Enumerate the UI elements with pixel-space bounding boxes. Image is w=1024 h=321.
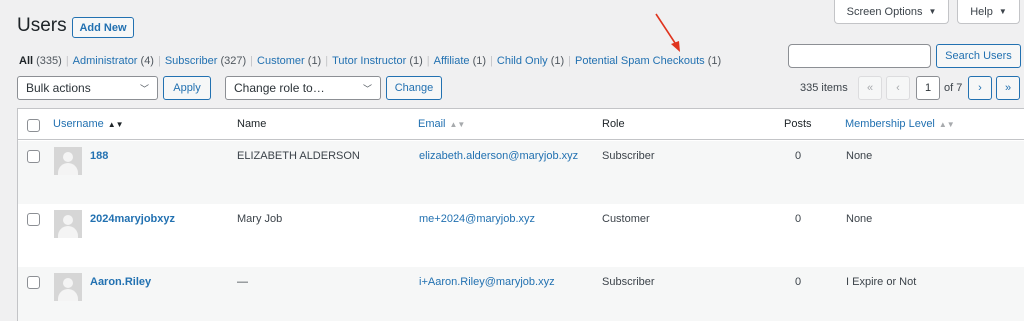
table-row: 2024maryjobxyz Mary Job me+2024@maryjob.… bbox=[18, 204, 1024, 267]
filter-affiliate[interactable]: Affiliate (1) bbox=[434, 55, 486, 67]
membership-level: I Expire or Not bbox=[846, 276, 917, 288]
column-role: Role bbox=[602, 118, 625, 130]
help-label: Help bbox=[970, 5, 993, 18]
annotation-arrow-icon bbox=[655, 13, 680, 52]
avatar bbox=[54, 273, 82, 301]
separator: | bbox=[157, 55, 161, 67]
total-pages: of 7 bbox=[944, 82, 963, 94]
column-email[interactable]: Email ▲▼ bbox=[418, 118, 465, 130]
username-link[interactable]: Aaron.Riley bbox=[90, 276, 151, 288]
membership-level: None bbox=[846, 150, 873, 162]
first-page-button[interactable]: « bbox=[858, 76, 882, 100]
column-username[interactable]: Username ▲▼ bbox=[53, 118, 124, 130]
email-link[interactable]: i+Aaron.Riley@maryjob.xyz bbox=[419, 276, 555, 288]
chevron-down-icon: ﹀ bbox=[362, 83, 372, 94]
change-role-select[interactable]: Change role to… ﹀ bbox=[225, 76, 381, 100]
screen-options-label: Screen Options bbox=[846, 5, 923, 18]
user-name: Mary Job bbox=[237, 213, 283, 225]
separator: | bbox=[325, 55, 329, 67]
sort-icon: ▲▼ bbox=[938, 120, 955, 129]
role-filter-list: All (335) | Administrator (4) | Subscriber (… bbox=[19, 55, 721, 67]
change-button[interactable]: Change bbox=[386, 76, 442, 100]
add-new-button[interactable]: Add New bbox=[72, 17, 134, 38]
row-checkbox[interactable] bbox=[27, 276, 40, 289]
user-name: ELIZABETH ALDERSON bbox=[237, 150, 360, 162]
users-table: Username ▲▼ Name Email ▲▼ Role Posts Membe… bbox=[17, 108, 1024, 321]
filter-administrator[interactable]: Administrator (4) bbox=[73, 55, 154, 67]
filter-tutor-instructor[interactable]: Tutor Instructor (1) bbox=[332, 55, 423, 67]
separator: | bbox=[250, 55, 254, 67]
post-count[interactable]: 0 bbox=[795, 150, 801, 162]
filter-child-only[interactable]: Child Only (1) bbox=[497, 55, 564, 67]
bulk-actions-select[interactable]: Bulk actions ﹀ bbox=[17, 76, 158, 100]
next-page-button[interactable]: › bbox=[968, 76, 992, 100]
table-row: Aaron.Riley — i+Aaron.Riley@maryjob.xyz … bbox=[18, 267, 1024, 321]
help-button[interactable]: Help ▼ bbox=[957, 0, 1020, 24]
caret-down-icon: ▼ bbox=[998, 7, 1007, 16]
user-role: Subscriber bbox=[602, 150, 655, 162]
prev-page-button[interactable]: ‹ bbox=[886, 76, 910, 100]
username-link[interactable]: 188 bbox=[90, 150, 108, 162]
email-link[interactable]: elizabeth.alderson@maryjob.xyz bbox=[419, 150, 578, 162]
separator: | bbox=[490, 55, 493, 67]
separator: | bbox=[426, 55, 430, 67]
table-header: Username ▲▼ Name Email ▲▼ Role Posts Membe… bbox=[18, 109, 1024, 140]
current-page-input[interactable]: 1 bbox=[916, 76, 940, 100]
username-link[interactable]: 2024maryjobxyz bbox=[90, 213, 175, 225]
avatar bbox=[54, 210, 82, 238]
caret-down-icon: ▼ bbox=[928, 7, 937, 16]
table-row: 188 ELIZABETH ALDERSON elizabeth.alderso… bbox=[18, 141, 1024, 204]
filter-all[interactable]: All (335) bbox=[19, 55, 62, 67]
filter-customer[interactable]: Customer (1) bbox=[257, 55, 321, 67]
page-title: Users bbox=[17, 15, 67, 36]
search-users-button[interactable]: Search Users bbox=[936, 44, 1021, 68]
search-input[interactable] bbox=[788, 44, 931, 68]
user-name: — bbox=[237, 276, 248, 288]
bulk-actions-value: Bulk actions bbox=[26, 81, 91, 95]
separator: | bbox=[568, 55, 572, 67]
chevron-down-icon: ﹀ bbox=[139, 83, 149, 94]
last-page-button[interactable]: » bbox=[996, 76, 1020, 100]
user-role: Subscriber bbox=[602, 276, 655, 288]
avatar bbox=[54, 147, 82, 175]
sort-icon: ▲▼ bbox=[449, 120, 466, 129]
change-role-value: Change role to… bbox=[234, 81, 325, 95]
row-checkbox[interactable] bbox=[27, 150, 40, 163]
filter-potential-spam-checkouts[interactable]: Potential Spam Checkouts (1) bbox=[575, 55, 721, 67]
apply-button[interactable]: Apply bbox=[163, 76, 211, 100]
user-role: Customer bbox=[602, 213, 650, 225]
select-all-checkbox[interactable] bbox=[27, 119, 40, 132]
email-link[interactable]: me+2024@maryjob.xyz bbox=[419, 213, 535, 225]
post-count[interactable]: 0 bbox=[795, 276, 801, 288]
row-checkbox[interactable] bbox=[27, 213, 40, 226]
separator: | bbox=[65, 55, 69, 67]
column-name: Name bbox=[237, 118, 267, 130]
column-posts: Posts bbox=[784, 118, 812, 130]
screen-options-button[interactable]: Screen Options ▼ bbox=[834, 0, 949, 24]
sort-icon: ▲▼ bbox=[107, 120, 124, 129]
filter-subscriber[interactable]: Subscriber (327) bbox=[165, 55, 246, 67]
post-count[interactable]: 0 bbox=[795, 213, 801, 225]
column-membership-level[interactable]: Membership Level ▲▼ bbox=[845, 118, 955, 130]
membership-level: None bbox=[846, 213, 873, 225]
items-count: 335 items bbox=[800, 82, 848, 94]
